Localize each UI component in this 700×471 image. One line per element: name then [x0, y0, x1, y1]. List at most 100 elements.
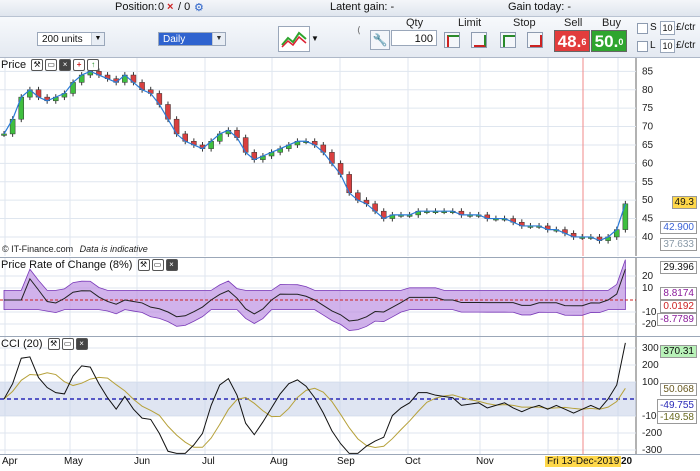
y-tick-label: 200	[642, 360, 659, 371]
y-tick-label: 55	[642, 177, 654, 188]
roc-tag-4: -8.7789	[657, 313, 697, 326]
wrench-icon[interactable]: ⚒	[137, 259, 150, 272]
month-label: Oct	[405, 456, 421, 467]
y-tick-label: 70	[642, 122, 654, 133]
y-tick-label: 50	[642, 195, 654, 206]
sell-price-frac: 6	[581, 37, 587, 47]
maximize-icon[interactable]: ▭	[151, 259, 164, 272]
y-tick-label: -10	[642, 307, 657, 318]
cursor-date: Fri 13-Dec-2019	[545, 456, 622, 467]
close-icon[interactable]: ×	[75, 338, 88, 351]
arrow-up-icon[interactable]: ↑	[87, 59, 100, 72]
buy-price-button[interactable]: 50.0	[591, 30, 627, 52]
cci-panel: 300 200 100 -100 -200 -300 CCI (20) ⚒ ▭ × 370.3…	[0, 336, 700, 455]
units-select[interactable]: 200 units ▼	[37, 32, 105, 46]
limit-checkbox[interactable]	[637, 41, 648, 52]
last-price-tag: 49.3	[671, 196, 697, 209]
sell-price-button[interactable]: 48.6	[554, 30, 590, 52]
y-tick-label: -200	[642, 428, 662, 439]
limit-header: Limit	[458, 17, 482, 29]
limit-buy-button[interactable]	[444, 32, 460, 48]
buy-price-frac: 0	[618, 37, 624, 47]
stop-sell-button[interactable]	[527, 32, 543, 48]
price-panel-header: Price ⚒ ▭ × + ↑	[0, 58, 100, 72]
x-axis: Apr May Jun Jul Aug Sep Oct Nov Fri 13-D…	[0, 454, 700, 471]
sell-price-main: 48.	[557, 32, 582, 51]
s-amount-input[interactable]: 10	[660, 21, 675, 35]
l-amount-input[interactable]: 10	[660, 39, 675, 53]
l-label: L	[650, 40, 656, 51]
s-unit: £/ctr	[676, 22, 696, 33]
period-value: Daily	[163, 34, 186, 45]
cci-tag-2: 50.068	[660, 383, 697, 396]
chevron-down-icon: ▼	[91, 33, 104, 45]
latent-gain: Latent gain: -	[330, 1, 395, 13]
price-panel: 85 80 75 70 65 60 55 50 45 40 Price ⚒ ▭ × + ↑ © IT-Fi…	[0, 58, 700, 256]
y-tick-label: 300	[642, 343, 659, 354]
expand-icon[interactable]: ⟨	[357, 25, 361, 36]
y-tick-label: 65	[642, 140, 654, 151]
wrench-icon[interactable]: ⚒	[47, 338, 60, 351]
close-icon[interactable]: ×	[165, 259, 178, 272]
period-select[interactable]: Daily ▼	[158, 32, 226, 46]
y-tick-label: 40	[642, 232, 654, 243]
stop-checkbox[interactable]	[637, 23, 648, 34]
buy-header: Buy	[602, 17, 621, 29]
limit-sell-button[interactable]	[471, 32, 487, 48]
sell-header: Sell	[564, 17, 583, 29]
month-label: Jun	[134, 456, 151, 467]
watermark: © IT-Finance.com Data is indicative	[2, 244, 148, 254]
y-tick-label: 100	[642, 377, 659, 388]
month-label: Apr	[2, 456, 18, 467]
watermark-note: Data is indicative	[79, 244, 148, 254]
close-position-icon[interactable]: ×	[167, 1, 173, 13]
wrench-icon[interactable]: ⚒	[31, 59, 44, 72]
roc-panel-title: Price Rate of Change (8%)	[1, 259, 133, 271]
month-label: Aug	[270, 456, 288, 467]
chart-type-icon	[281, 31, 307, 48]
qty-input[interactable]: 100	[391, 30, 437, 46]
roc-tag-3: 0.0192	[660, 300, 697, 313]
status-bar: Position: 0 × / 0 ⚙ Latent gain: - Gain …	[0, 0, 700, 17]
y-tick-label: 60	[642, 158, 654, 169]
year-label: 20	[621, 456, 633, 467]
month-label: Jul	[202, 456, 215, 467]
roc-panel: 20 10 -10 -20 Price Rate of Change (8%) ⚒ ▭ ×…	[0, 257, 700, 336]
wrench-icon[interactable]: 🔧	[370, 30, 390, 50]
units-value: 200 units	[42, 34, 83, 45]
roc-panel-header: Price Rate of Change (8%) ⚒ ▭ ×	[0, 258, 178, 272]
roc-tag-2: 8.8174	[660, 287, 697, 300]
position-qty: 0	[158, 1, 165, 13]
add-indicator-icon[interactable]: +	[73, 59, 86, 72]
l-unit: £/ctr	[676, 40, 696, 51]
position-sep: / 0	[178, 1, 191, 13]
y-tick-label: -20	[642, 319, 657, 330]
moving-average-line	[3, 70, 626, 242]
y-tick-label: 10	[642, 283, 654, 294]
settings-icon[interactable]: ⚙	[194, 1, 204, 14]
y-tick-label: 80	[642, 85, 654, 96]
candle	[1, 133, 7, 136]
maximize-icon[interactable]: ▭	[61, 338, 74, 351]
order-toolbar: 200 units ▼ Daily ▼ ▼ ⟨ 🔧 Qty 100 Limit …	[0, 17, 700, 58]
cci-tag-4: -149.58	[657, 411, 697, 424]
y-tick-label: 75	[642, 103, 654, 114]
month-label: Nov	[476, 456, 494, 467]
cci-panel-title: CCI (20)	[1, 338, 43, 350]
maximize-icon[interactable]: ▭	[45, 59, 58, 72]
month-label: Sep	[337, 456, 355, 467]
cci-tag-1: 370.31	[660, 345, 697, 358]
y-tick-label: 45	[642, 214, 654, 225]
month-label: May	[64, 456, 83, 467]
price-panel-title: Price	[1, 59, 27, 71]
roc-tag-1: 29.396	[660, 261, 697, 274]
stop-buy-button[interactable]	[500, 32, 516, 48]
close-icon[interactable]: ×	[59, 59, 72, 72]
y-tick-label: 85	[642, 66, 654, 77]
s-label: S	[650, 22, 657, 33]
chevron-down-icon[interactable]: ▼	[311, 34, 319, 43]
y-tick-label: 20	[642, 271, 654, 282]
cci-chart: 300200100-100-200-300	[0, 337, 700, 455]
chart-type-button[interactable]	[278, 26, 310, 52]
buy-price-main: 50.	[594, 32, 619, 51]
